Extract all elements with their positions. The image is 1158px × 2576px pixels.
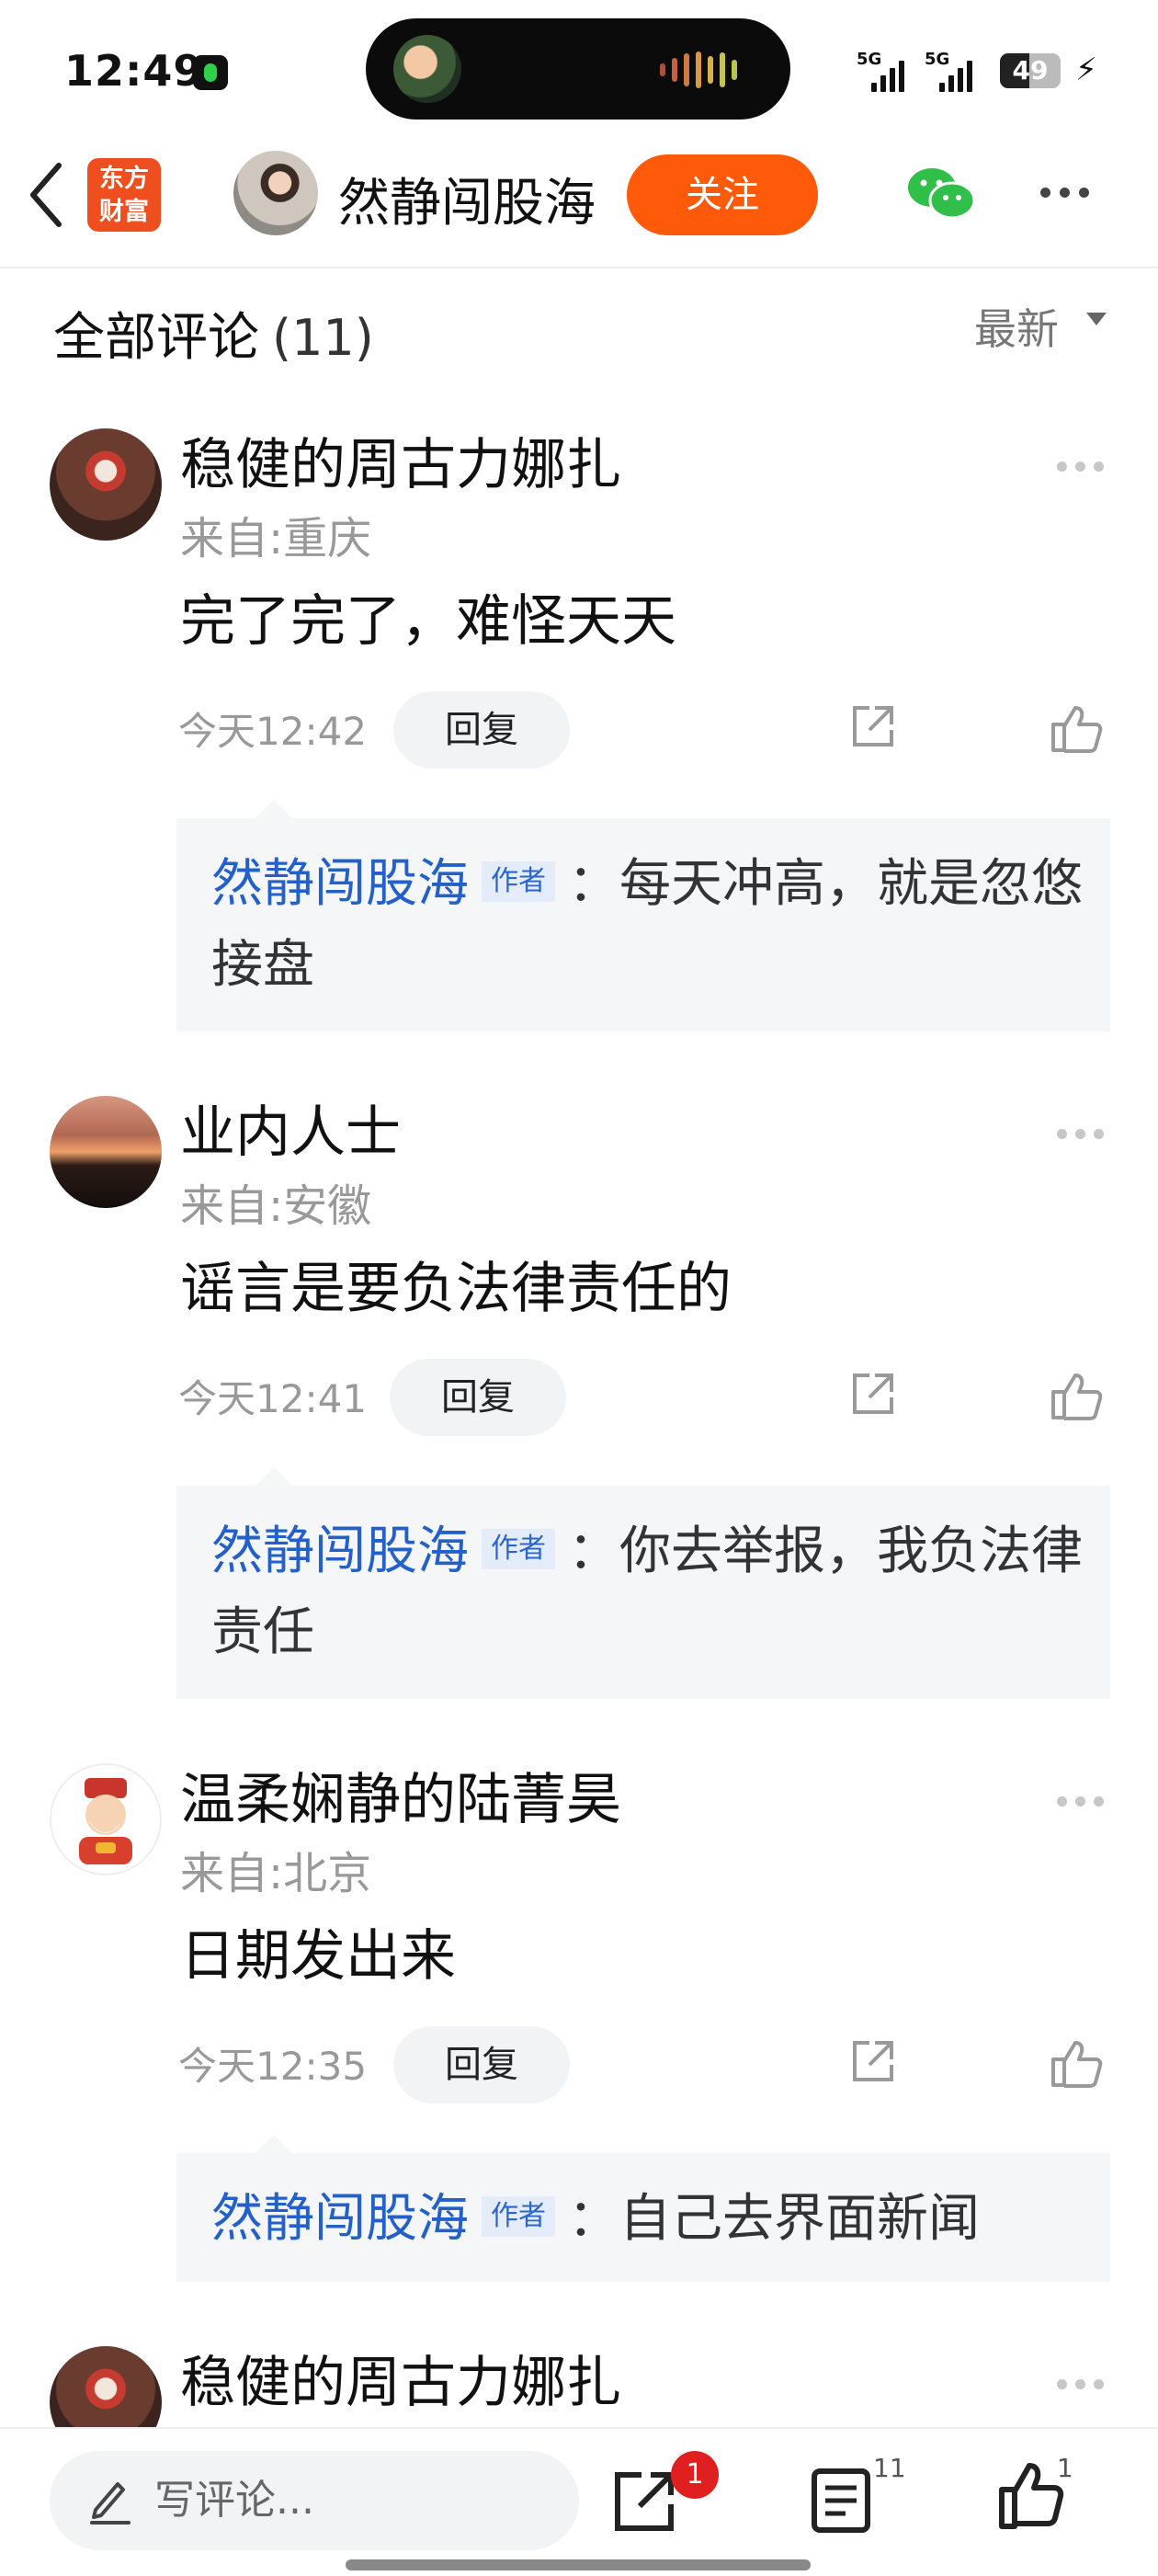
comments-title: 全部评论 bbox=[53, 308, 259, 368]
comment-location: 来自:北京 bbox=[180, 1848, 372, 1899]
sort-caret-icon[interactable] bbox=[1086, 313, 1107, 325]
back-arrow-icon[interactable] bbox=[26, 158, 66, 232]
reply-author-name[interactable]: 然静闯股海 bbox=[211, 854, 469, 914]
share-icon[interactable] bbox=[610, 2466, 680, 2536]
status-time: 12:49 bbox=[64, 46, 204, 96]
dynamic-island[interactable] bbox=[366, 18, 790, 120]
author-reply: 然静闯股海 作者 ：自己去界面新闻 bbox=[211, 2179, 1084, 2260]
like-icon[interactable] bbox=[998, 2460, 1064, 2530]
comment-more-icon[interactable] bbox=[1057, 1129, 1104, 1139]
follow-button[interactable]: 关注 bbox=[627, 154, 818, 235]
sort-select[interactable]: 最新 bbox=[974, 296, 1059, 357]
comment-placeholder[interactable]: 写评论... bbox=[154, 2473, 314, 2528]
brand-logo-line2: 财富 bbox=[99, 198, 149, 226]
comment-username[interactable]: 稳健的周古力娜扎 bbox=[180, 428, 621, 502]
comment-time: 今天12:35 bbox=[178, 2044, 368, 2089]
user-avatar[interactable] bbox=[50, 1763, 162, 1875]
user-avatar[interactable] bbox=[50, 428, 162, 541]
wechat-share-icon[interactable] bbox=[906, 165, 976, 221]
author-reply: 然静闯股海 作者 ：每天冲高，就是忽悠接盘 bbox=[211, 844, 1084, 1006]
audio-wave-icon bbox=[660, 51, 737, 88]
share-icon[interactable] bbox=[847, 1370, 897, 1419]
author-avatar[interactable] bbox=[233, 151, 318, 235]
reply-author-name[interactable]: 然静闯股海 bbox=[211, 2189, 469, 2249]
author-reply: 然静闯股海 作者 ：你去举报，我负法律责任 bbox=[211, 1511, 1084, 1673]
author-reply-box[interactable]: 然静闯股海 作者 ：每天冲高，就是忽悠接盘 bbox=[176, 800, 1110, 1032]
comment-location: 来自:安徽 bbox=[180, 1180, 372, 1232]
comment-item: 稳健的周古力娜扎 bbox=[0, 2346, 1158, 2427]
comment-time: 今天12:41 bbox=[178, 1376, 368, 1421]
comment-time: 今天12:42 bbox=[178, 709, 368, 754]
reply-text: ：自己去界面新闻 bbox=[568, 2189, 980, 2249]
charging-icon: ⚡ bbox=[1075, 51, 1097, 88]
share-icon[interactable] bbox=[847, 2037, 897, 2087]
battery-level: 49 bbox=[1012, 55, 1049, 85]
author-badge: 作者 bbox=[482, 2195, 555, 2237]
like-icon[interactable] bbox=[1050, 2037, 1103, 2089]
author-badge: 作者 bbox=[482, 861, 555, 902]
eastmoney-logo[interactable]: 东方 财富 bbox=[87, 158, 161, 232]
like-icon[interactable] bbox=[1050, 1370, 1103, 1421]
user-avatar[interactable] bbox=[50, 2346, 162, 2427]
reply-button[interactable]: 回复 bbox=[390, 1359, 566, 1436]
author-reply-box[interactable]: 然静闯股海 作者 ：你去举报，我负法律责任 bbox=[176, 1467, 1110, 1699]
reply-button[interactable]: 回复 bbox=[393, 2026, 570, 2103]
author-badge: 作者 bbox=[482, 1528, 555, 1569]
comment-location: 来自:重庆 bbox=[180, 513, 372, 564]
author-reply-box[interactable]: 然静闯股海 作者 ：自己去界面新闻 bbox=[176, 2135, 1110, 2282]
comment-more-icon[interactable] bbox=[1057, 462, 1104, 472]
comment-username[interactable]: 稳健的周古力娜扎 bbox=[180, 2346, 621, 2420]
fortune-god-avatar-icon bbox=[79, 1778, 132, 1864]
comment-more-icon[interactable] bbox=[1057, 2379, 1104, 2389]
pencil-icon bbox=[90, 2482, 131, 2525]
island-media-avatar bbox=[393, 35, 461, 103]
signal-bars-2-icon bbox=[939, 57, 972, 92]
reply-author-name[interactable]: 然静闯股海 bbox=[211, 1522, 469, 1581]
comment-text: 日期发出来 bbox=[180, 1924, 456, 1989]
comment-text: 谣言是要负法律责任的 bbox=[180, 1257, 732, 1321]
share-icon[interactable] bbox=[847, 702, 897, 752]
share-count-badge: 1 bbox=[671, 2451, 719, 2499]
comment-username[interactable]: 温柔娴静的陆菁昊 bbox=[180, 1763, 621, 1837]
reply-button[interactable]: 回复 bbox=[393, 691, 570, 769]
music-app-icon bbox=[193, 55, 228, 90]
user-avatar[interactable] bbox=[50, 1096, 162, 1208]
home-indicator[interactable] bbox=[346, 2559, 811, 2570]
like-icon[interactable] bbox=[1050, 702, 1103, 754]
comment-more-icon[interactable] bbox=[1057, 1796, 1104, 1807]
comments-heading: 全部评论 (11) bbox=[53, 296, 374, 370]
comment-list-icon[interactable] bbox=[809, 2466, 873, 2536]
comment-username[interactable]: 业内人士 bbox=[180, 1096, 401, 1169]
signal-bars-1-icon bbox=[871, 57, 904, 92]
more-options-icon[interactable] bbox=[1040, 188, 1089, 198]
comment-count: 11 bbox=[873, 2453, 906, 2483]
author-name[interactable]: 然静闯股海 bbox=[338, 162, 596, 236]
comment-text: 完了完了，难怪天天 bbox=[180, 589, 676, 654]
battery-icon: 49 bbox=[1000, 53, 1061, 88]
like-count: 1 bbox=[1057, 2453, 1073, 2483]
comments-count: (11) bbox=[272, 309, 374, 367]
brand-logo-line1: 东方 bbox=[99, 165, 149, 193]
